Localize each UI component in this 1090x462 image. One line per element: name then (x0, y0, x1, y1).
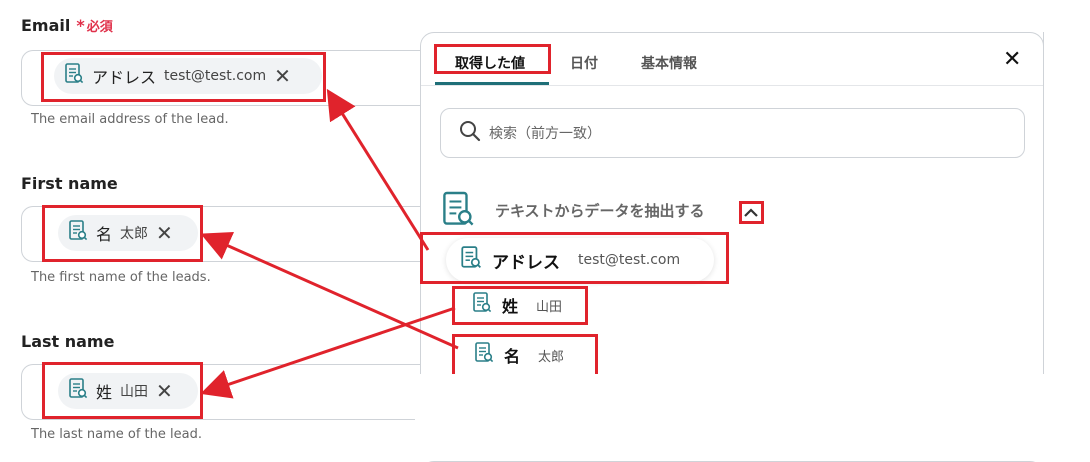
annotation-arrows (200, 88, 459, 399)
arrow-address-to-email (326, 88, 430, 251)
arrow-last-name (200, 306, 456, 399)
arrow-first-name (200, 232, 459, 350)
